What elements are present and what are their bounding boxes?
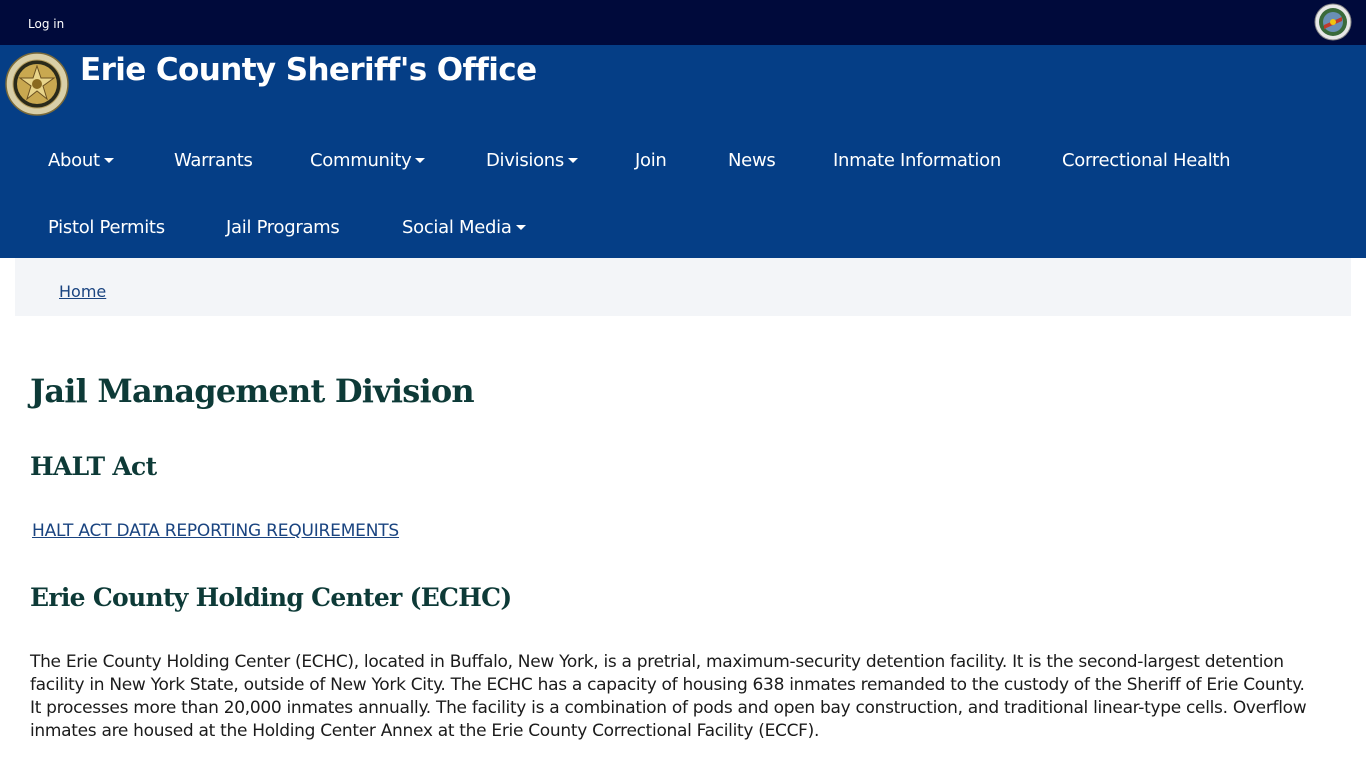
nav-pistol-permits-label: Pistol Permits — [48, 217, 165, 238]
top-utility-bar: Log in — [0, 0, 1366, 45]
nav-warrants[interactable]: Warrants — [174, 150, 253, 171]
nav-jail-programs[interactable]: Jail Programs — [226, 217, 340, 238]
nav-jail-programs-label: Jail Programs — [226, 217, 340, 238]
nav-social-media[interactable]: Social Media — [402, 217, 526, 238]
nav-pistol-permits[interactable]: Pistol Permits — [48, 217, 165, 238]
caret-down-icon — [415, 158, 426, 163]
nav-join[interactable]: Join — [635, 150, 667, 171]
main-nav-row-2: Pistol Permits Jail Programs Social Medi… — [0, 215, 1366, 245]
echc-heading: Erie County Holding Center (ECHC) — [30, 583, 512, 612]
main-nav-row-1: About Warrants Community Divisions Join … — [0, 148, 1366, 178]
nav-correctional-health[interactable]: Correctional Health — [1062, 150, 1231, 171]
nav-join-label: Join — [635, 150, 667, 171]
halt-act-heading: HALT Act — [30, 452, 157, 481]
caret-down-icon — [103, 158, 114, 163]
nav-about-label: About — [48, 150, 100, 171]
site-header: Erie County Sheriff's Office About Warra… — [0, 45, 1366, 258]
nav-warrants-label: Warrants — [174, 150, 253, 171]
site-title[interactable]: Erie County Sheriff's Office — [80, 52, 537, 88]
nav-social-media-label: Social Media — [402, 217, 512, 238]
nav-news-label: News — [728, 150, 776, 171]
halt-act-data-link[interactable]: HALT ACT DATA REPORTING REQUIREMENTS — [32, 521, 399, 541]
sheriff-badge-icon[interactable] — [5, 52, 69, 116]
nav-inmate-information[interactable]: Inmate Information — [833, 150, 1001, 171]
nav-community[interactable]: Community — [310, 150, 426, 171]
nav-about[interactable]: About — [48, 150, 114, 171]
nav-community-label: Community — [310, 150, 412, 171]
nav-divisions-label: Divisions — [486, 150, 564, 171]
breadcrumb-home-link[interactable]: Home — [59, 282, 106, 301]
login-link[interactable]: Log in — [28, 17, 64, 31]
breadcrumb: Home — [15, 258, 1351, 316]
page-title: Jail Management Division — [30, 372, 475, 410]
echc-description: The Erie County Holding Center (ECHC), l… — [30, 652, 1307, 741]
nav-divisions[interactable]: Divisions — [486, 150, 578, 171]
county-seal-icon[interactable] — [1314, 3, 1352, 41]
nav-inmate-information-label: Inmate Information — [833, 150, 1001, 171]
nav-correctional-health-label: Correctional Health — [1062, 150, 1231, 171]
caret-down-icon — [568, 158, 578, 163]
nav-news[interactable]: News — [728, 150, 776, 171]
caret-down-icon — [515, 225, 526, 230]
